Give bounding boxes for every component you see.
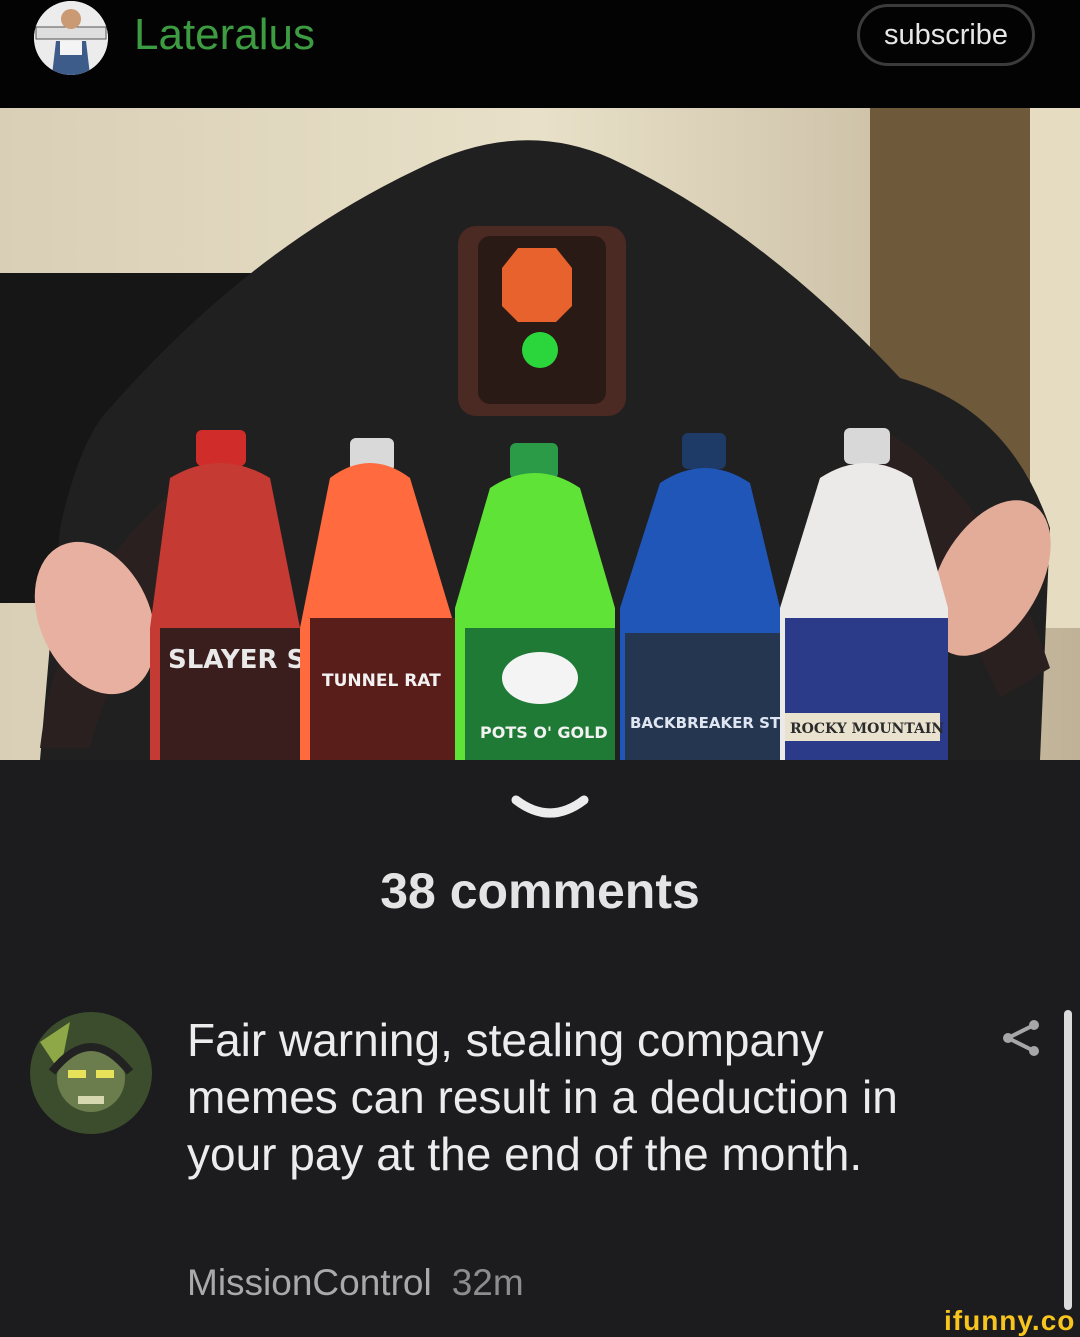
bottle-label-2: TUNNEL RAT xyxy=(322,671,441,691)
share-button[interactable] xyxy=(1000,1018,1042,1063)
comment-text: Fair warning, stealing company memes can… xyxy=(187,1014,898,1180)
app-header: Lateralus subscribe xyxy=(0,0,1080,108)
watermark: ifunny.co xyxy=(944,1305,1076,1336)
chevron-down-icon[interactable] xyxy=(510,792,590,832)
comment-time: 32m xyxy=(451,1262,524,1303)
collapse-button[interactable] xyxy=(510,792,590,837)
bottle-label-5: ROCKY MOUNTAIN xyxy=(790,721,944,737)
comment-author[interactable]: MissionControl xyxy=(187,1262,432,1303)
scrollbar[interactable] xyxy=(1064,1010,1072,1310)
comments-count[interactable]: 38 comments xyxy=(0,862,1080,920)
channel-name[interactable]: Lateralus xyxy=(134,10,315,60)
comment-meta: MissionControl 32m xyxy=(187,1262,524,1304)
share-icon[interactable] xyxy=(1000,1018,1042,1058)
subscribe-button[interactable]: subscribe xyxy=(857,4,1035,66)
bottle-label-3: POTS O' GOLD xyxy=(480,723,608,742)
commenter-avatar[interactable] xyxy=(30,1012,152,1134)
post-image[interactable]: SLAYER STOUT TUNNEL RAT POTS O' GOLD BAC… xyxy=(0,108,1080,760)
channel-avatar[interactable] xyxy=(34,1,108,75)
